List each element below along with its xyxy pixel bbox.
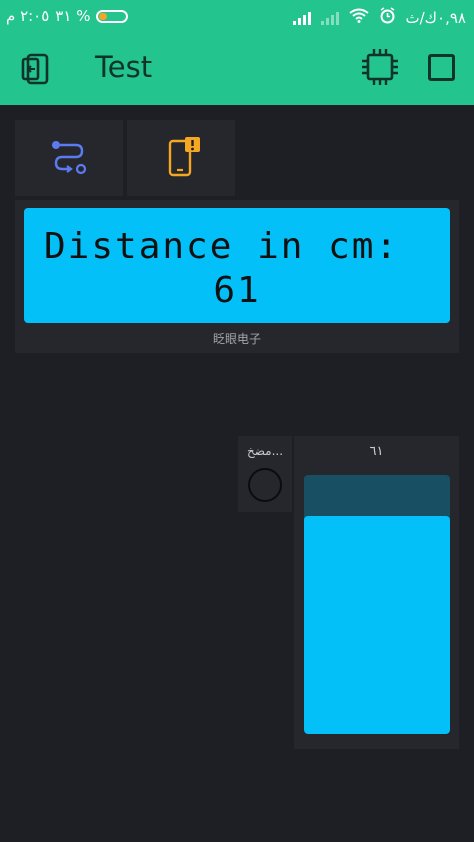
wifi-icon xyxy=(348,8,369,27)
level-widget: ٦١ xyxy=(294,436,459,749)
eventor-widget[interactable] xyxy=(15,120,123,196)
level-value-label: ٦١ xyxy=(369,444,384,459)
signal-icon xyxy=(292,11,311,25)
battery-fill xyxy=(99,12,108,20)
pump-button-widget: مضخ... xyxy=(238,436,292,512)
lcd-label: 眨眼电子 xyxy=(212,332,261,346)
lcd-widget: Distance in cm: 61 眨眼电子 xyxy=(15,200,459,353)
status-bar: ٢:٠٥ م ٣١ % ٠,٩٨ك/ث xyxy=(0,0,474,33)
notification-widget[interactable] xyxy=(127,120,235,196)
network-speed: ٠,٩٨ك/ث xyxy=(405,8,467,27)
exit-icon xyxy=(21,53,49,85)
status-right: ٠,٩٨ك/ث xyxy=(292,7,467,28)
level-fill xyxy=(304,516,450,734)
page-title: Test xyxy=(95,50,153,84)
status-left: ٢:٠٥ م ٣١ % xyxy=(6,7,129,25)
clock-time: ٢:٠٥ م xyxy=(6,7,50,25)
route-icon xyxy=(52,141,87,175)
phone-alert-icon xyxy=(168,137,200,177)
stop-button[interactable] xyxy=(428,54,455,81)
pump-button-label: مضخ... xyxy=(246,444,284,458)
lcd-line-1: Distance in cm: xyxy=(44,226,400,267)
level-track xyxy=(304,475,450,734)
signal-secondary-icon xyxy=(320,11,339,25)
back-button[interactable] xyxy=(20,52,54,86)
device-button[interactable] xyxy=(360,47,400,87)
app-bar: Test xyxy=(0,33,474,105)
lcd-line-2: 61 xyxy=(213,270,261,311)
battery-icon xyxy=(96,9,129,23)
lcd-screen: Distance in cm: 61 xyxy=(24,208,450,323)
alarm-icon xyxy=(379,7,396,28)
battery-percent: ٣١ % xyxy=(55,7,91,25)
chip-icon xyxy=(362,49,398,85)
pump-button[interactable] xyxy=(248,468,282,502)
